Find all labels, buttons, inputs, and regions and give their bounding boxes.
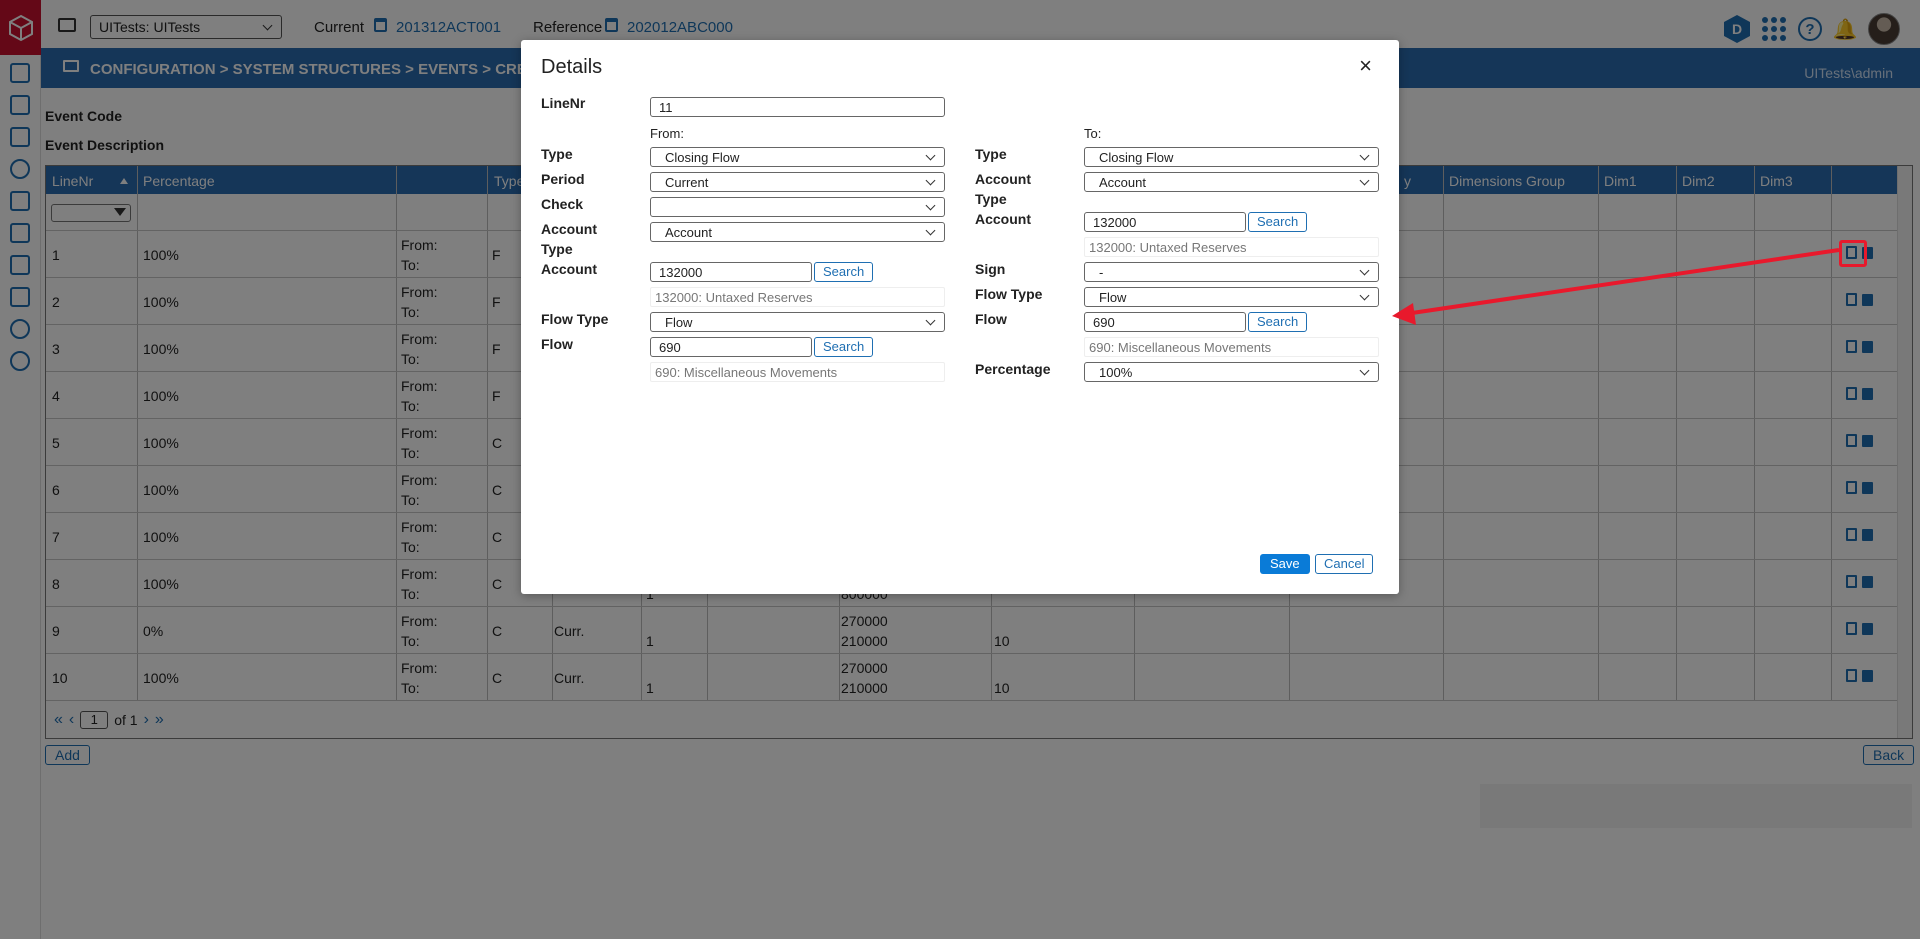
annotation-arrow	[1392, 248, 1840, 325]
